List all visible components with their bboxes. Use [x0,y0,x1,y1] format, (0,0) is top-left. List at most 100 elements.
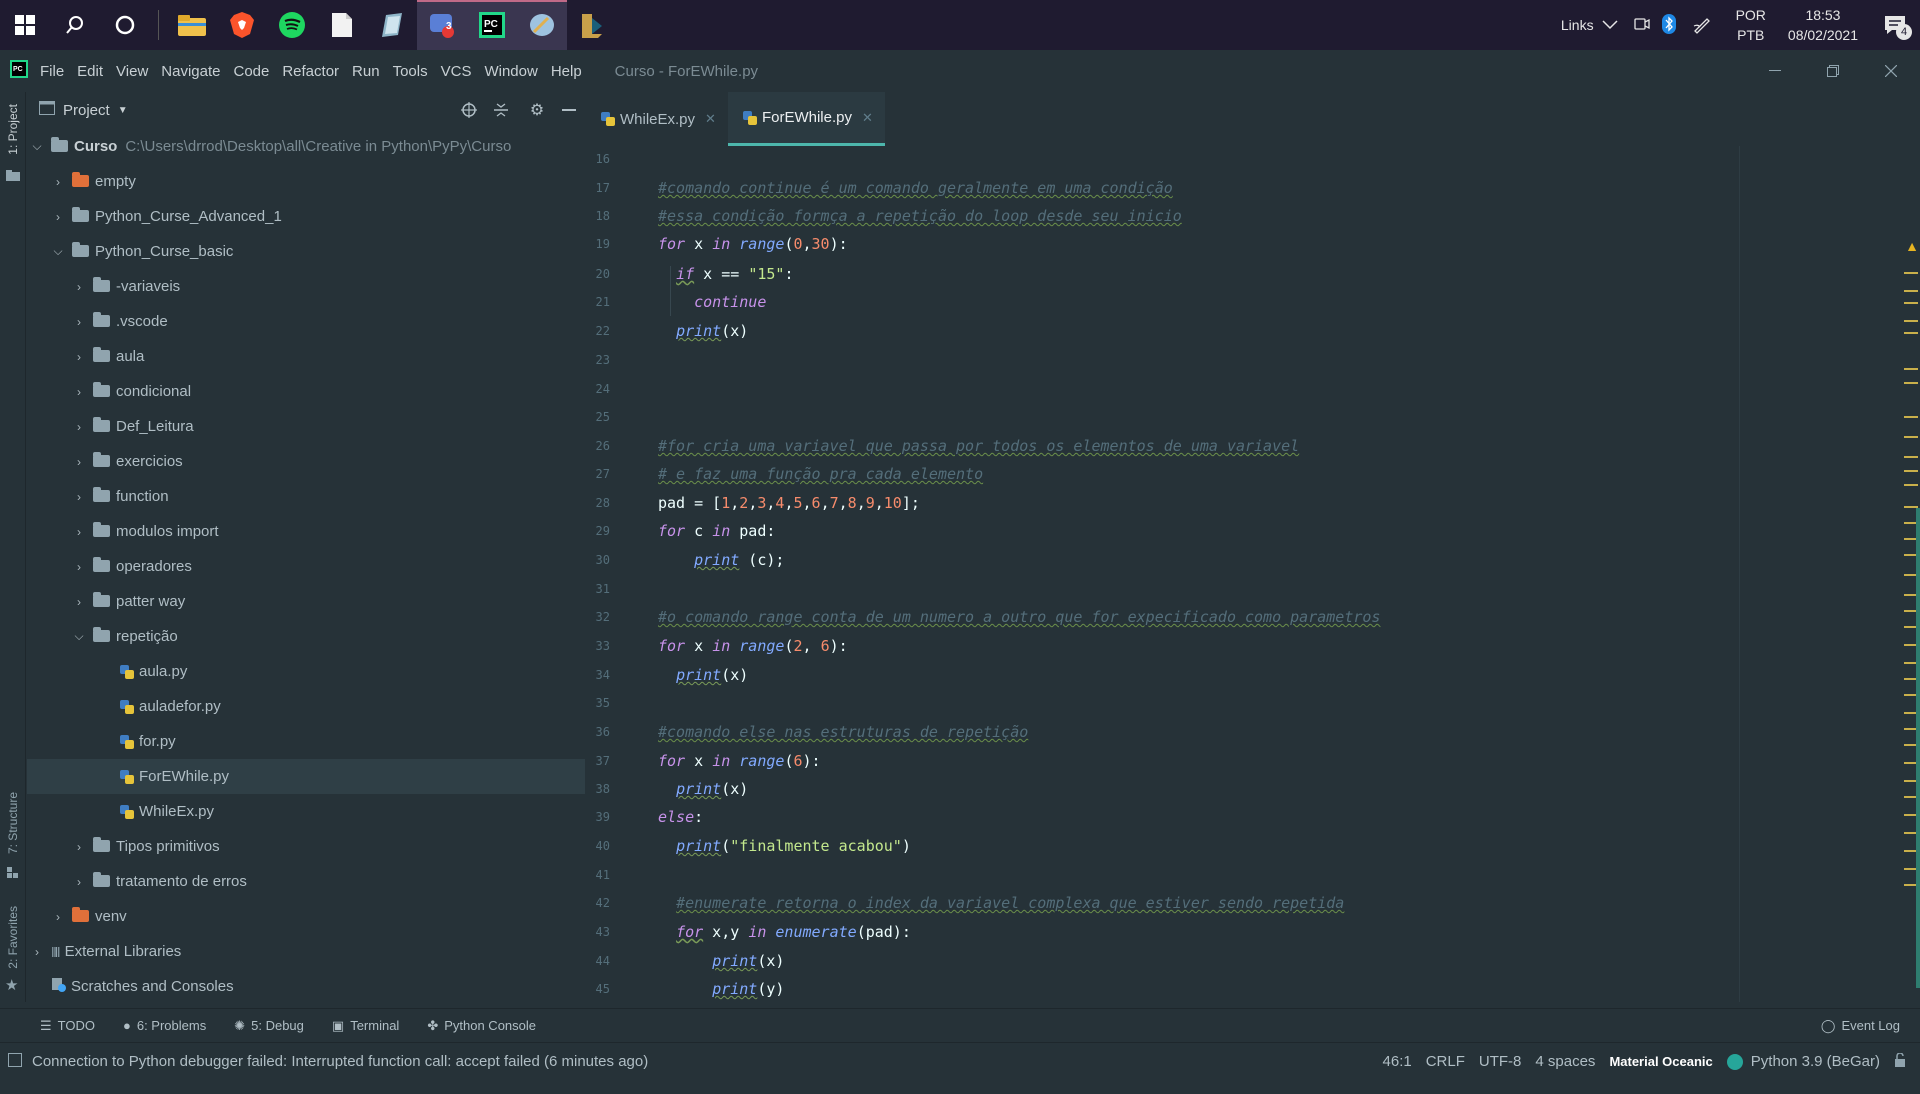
collapsed-arrow-icon[interactable]: › [71,875,87,889]
chevron-down-icon[interactable] [1602,17,1618,33]
tree-item-modulos-import[interactable]: › modulos import [27,514,585,549]
tree-item-venv[interactable]: › venv [27,899,585,934]
menu-help[interactable]: Help [551,63,582,80]
tree-item-function[interactable]: › function [27,479,585,514]
file-explorer-button[interactable] [167,0,217,50]
game-launcher-button[interactable] [567,0,617,50]
tab-forewhile[interactable]: ForEWhile.py ✕ [727,92,885,146]
problems-tool-button[interactable]: ● 6: Problems [123,1018,206,1033]
tree-item-exercicios[interactable]: › exercicios [27,444,585,479]
toggle-tool-windows-icon[interactable] [8,1052,22,1071]
collapsed-arrow-icon[interactable]: › [50,910,66,924]
python-console-tool-button[interactable]: ✤ Python Console [427,1018,536,1034]
tree-file-aula[interactable]: aula.py [27,654,585,689]
expanded-arrow-icon[interactable]: ⌵ [50,244,66,259]
event-log-button[interactable]: ◯ Event Log [1821,1018,1900,1034]
menu-edit[interactable]: Edit [77,63,103,80]
pycharm-button[interactable]: PC [467,0,517,50]
tree-item-empty[interactable]: › empty [27,164,585,199]
spotify-button[interactable] [267,0,317,50]
hide-panel-icon[interactable] [553,109,585,111]
collapsed-arrow-icon[interactable]: › [71,595,87,609]
favorites-tool-tab[interactable]: 2: Favorites [6,906,20,969]
theme-switcher[interactable]: Material Oceanic [1609,1054,1712,1069]
brave-button[interactable] [217,0,267,50]
tree-item-variaveis[interactable]: › -variaveis [27,269,585,304]
tree-file-for[interactable]: for.py [27,724,585,759]
notifications-button[interactable]: 4 [1870,0,1920,50]
close-tab-icon[interactable]: ✕ [705,111,716,127]
restore-button[interactable] [1804,50,1862,92]
expanded-arrow-icon[interactable]: ⌵ [29,139,45,154]
tree-item-tratamento[interactable]: › tratamento de erros [27,864,585,899]
structure-tool-tab[interactable]: 7: Structure [6,792,20,854]
links-toolbar-label[interactable]: Links [1561,17,1594,33]
collapsed-arrow-icon[interactable]: › [71,385,87,399]
tree-item-patter-way[interactable]: › patter way [27,584,585,619]
bluetooth-icon[interactable] [1661,13,1676,37]
project-tool-tab[interactable]: 1: Project [6,104,20,155]
collapsed-arrow-icon[interactable]: › [71,455,87,469]
clock[interactable]: 18:53 08/02/2021 [1776,5,1870,45]
caret-position[interactable]: 46:1 [1383,1053,1412,1070]
collapsed-arrow-icon[interactable]: › [71,490,87,504]
menu-tools[interactable]: Tools [393,63,428,80]
menu-navigate[interactable]: Navigate [161,63,220,80]
collapsed-arrow-icon[interactable]: › [71,420,87,434]
todo-tool-button[interactable]: ☰ TODO [40,1018,95,1034]
close-button[interactable] [1862,50,1920,92]
tree-file-auladefor[interactable]: auladefor.py [27,689,585,724]
menu-refactor[interactable]: Refactor [282,63,339,80]
collapsed-arrow-icon[interactable]: › [71,315,87,329]
caret-down-icon[interactable]: ▼ [118,105,128,116]
tree-scratches[interactable]: Scratches and Consoles [27,969,585,1004]
tree-item-aula[interactable]: › aula [27,339,585,374]
tree-item-advanced[interactable]: › Python_Curse_Advanced_1 [27,199,585,234]
tree-item-condicional[interactable]: › condicional [27,374,585,409]
indentation[interactable]: 4 spaces [1535,1053,1595,1070]
collapsed-arrow-icon[interactable]: › [71,525,87,539]
tree-file-whileex[interactable]: WhileEx.py [27,794,585,829]
menu-file[interactable]: File [40,63,64,80]
error-stripe[interactable]: ▲ [1902,238,1920,1094]
tree-item-repeticao[interactable]: ⌵ repetição [27,619,585,654]
terminal-tool-button[interactable]: ▣ Terminal [332,1018,399,1034]
locate-file-icon[interactable] [453,102,485,118]
tree-item-def-leitura[interactable]: › Def_Leitura [27,409,585,444]
python-interpreter[interactable]: Python 3.9 (BeGar) [1751,1053,1880,1070]
menu-view[interactable]: View [116,63,148,80]
tree-external-libraries[interactable]: › ‖‖ External Libraries [27,934,585,969]
close-tab-icon[interactable]: ✕ [862,110,873,126]
search-button[interactable] [50,0,100,50]
notepad-button[interactable] [317,0,367,50]
collapsed-arrow-icon[interactable]: › [50,175,66,189]
collapsed-arrow-icon[interactable]: › [71,840,87,854]
minimize-button[interactable] [1746,50,1804,92]
collapsed-arrow-icon[interactable]: › [71,560,87,574]
menu-run[interactable]: Run [352,63,380,80]
warning-icon[interactable]: ▲ [1905,238,1919,254]
menu-code[interactable]: Code [233,63,269,80]
line-separator[interactable]: CRLF [1426,1053,1465,1070]
collapse-all-icon[interactable] [485,102,517,118]
tree-root-curso[interactable]: ⌵ Curso C:\Users\drrod\Desktop\all\Creat… [27,129,585,164]
collapsed-arrow-icon[interactable]: › [50,210,66,224]
camera-icon[interactable] [1633,17,1650,34]
expanded-arrow-icon[interactable]: ⌵ [71,629,87,644]
code-area[interactable]: 16 17 #comando continue é um comando ger… [586,146,1920,1002]
python-idle-button[interactable] [517,0,567,50]
collapsed-arrow-icon[interactable]: › [29,945,45,959]
project-view-selector[interactable]: Project [63,102,110,119]
cortana-button[interactable] [100,0,150,50]
debug-tool-button[interactable]: ✺ 5: Debug [234,1018,304,1034]
tree-item-basic[interactable]: ⌵ Python_Curse_basic [27,234,585,269]
tree-item-operadores[interactable]: › operadores [27,549,585,584]
file-encoding[interactable]: UTF-8 [1479,1053,1522,1070]
status-message[interactable]: Connection to Python debugger failed: In… [32,1053,648,1070]
tab-whileex[interactable]: WhileEx.py ✕ [586,92,728,146]
tree-item-tipos-primitivos[interactable]: › Tipos primitivos [27,829,585,864]
app-tablet-button[interactable] [367,0,417,50]
collapsed-arrow-icon[interactable]: › [71,350,87,364]
lock-icon[interactable] [1894,1051,1906,1071]
input-language[interactable]: POR PTB [1726,5,1776,45]
